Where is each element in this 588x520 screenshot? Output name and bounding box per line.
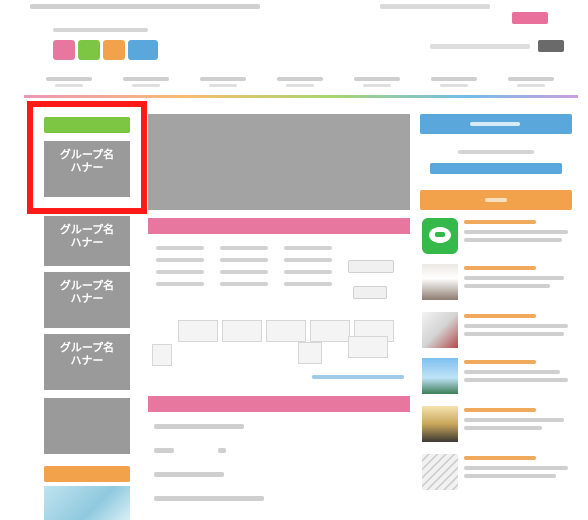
nav-item[interactable] [342,77,412,87]
search-button[interactable] [538,40,564,52]
group-banner-name-line2: ハナー [70,292,104,305]
group-banner-name-line1: グループ名 [59,223,115,236]
right-orange-button-label [485,198,507,202]
schedule-button[interactable] [353,286,387,299]
group-banner-card[interactable]: グループ名 ハナー [44,334,130,390]
site-tagline-text [30,4,260,9]
nav-color-rule [24,95,578,98]
feed-thumbnail-image [422,358,458,394]
sidebar-feed-item[interactable] [420,310,572,354]
sidebar-feed-item-line[interactable] [420,216,572,260]
site-logo-block-4[interactable] [128,40,158,60]
calendar-cell[interactable] [178,320,218,342]
calendar-cell[interactable] [222,320,262,342]
top-login-button[interactable] [512,12,548,24]
sidebar-feed-item[interactable] [420,404,572,448]
group-banner-name-line2: ハナー [70,236,104,249]
nav-item[interactable] [188,77,258,87]
feed-thumbnail-image [422,454,458,490]
right-info-text [458,150,534,154]
nav-item[interactable] [265,77,335,87]
chat-bubble-icon [422,218,458,254]
schedule-panel [148,238,410,378]
schedule-more-link[interactable] [312,375,404,379]
right-blue-button-label [470,122,520,126]
logo-caption [53,28,148,32]
calendar-cell[interactable] [310,320,350,342]
site-logo-block-3[interactable] [103,40,125,60]
calendar-cell[interactable] [348,336,388,358]
nav-item[interactable] [496,77,566,87]
sidebar-feed-item[interactable] [420,452,572,496]
group-banner-name-line1: グループ名 [59,341,115,354]
global-nav [30,72,570,94]
group-banner-name-line2: ハナー [70,354,104,367]
group-banner-name-line1: グループ名 [59,279,115,292]
group-banner-card[interactable]: グループ名 ハナー [44,272,130,328]
left-section-header[interactable] [44,466,130,482]
sidebar-feed-item[interactable] [420,356,572,400]
right-blue-small-button[interactable] [430,163,562,174]
schedule-section-header [148,218,410,234]
calendar-cell[interactable] [152,344,172,366]
feed-thumbnail-image [422,406,458,442]
nav-item[interactable] [111,77,181,87]
utility-links[interactable] [380,4,490,9]
nav-item[interactable] [419,77,489,87]
calendar-cell[interactable] [266,320,306,342]
feed-thumbnail-image [422,264,458,300]
search-input[interactable] [430,44,530,49]
top-utility-bar [20,0,580,14]
sidebar-feed-item[interactable] [420,262,572,306]
highlight-frame [27,101,147,214]
info-section-header [148,396,410,412]
main-hero-banner[interactable] [148,114,410,210]
info-panel [148,412,410,520]
nav-item[interactable] [34,77,104,87]
feed-thumbnail-image [422,312,458,348]
schedule-button[interactable] [348,260,394,273]
site-logo-block-2[interactable] [78,40,100,60]
calendar-cell[interactable] [298,342,322,364]
group-banner-card[interactable] [44,398,130,454]
site-logo-block-1[interactable] [53,40,75,60]
left-promo-image[interactable] [44,486,130,520]
group-banner-card[interactable]: グループ名 ハナー [44,216,130,266]
